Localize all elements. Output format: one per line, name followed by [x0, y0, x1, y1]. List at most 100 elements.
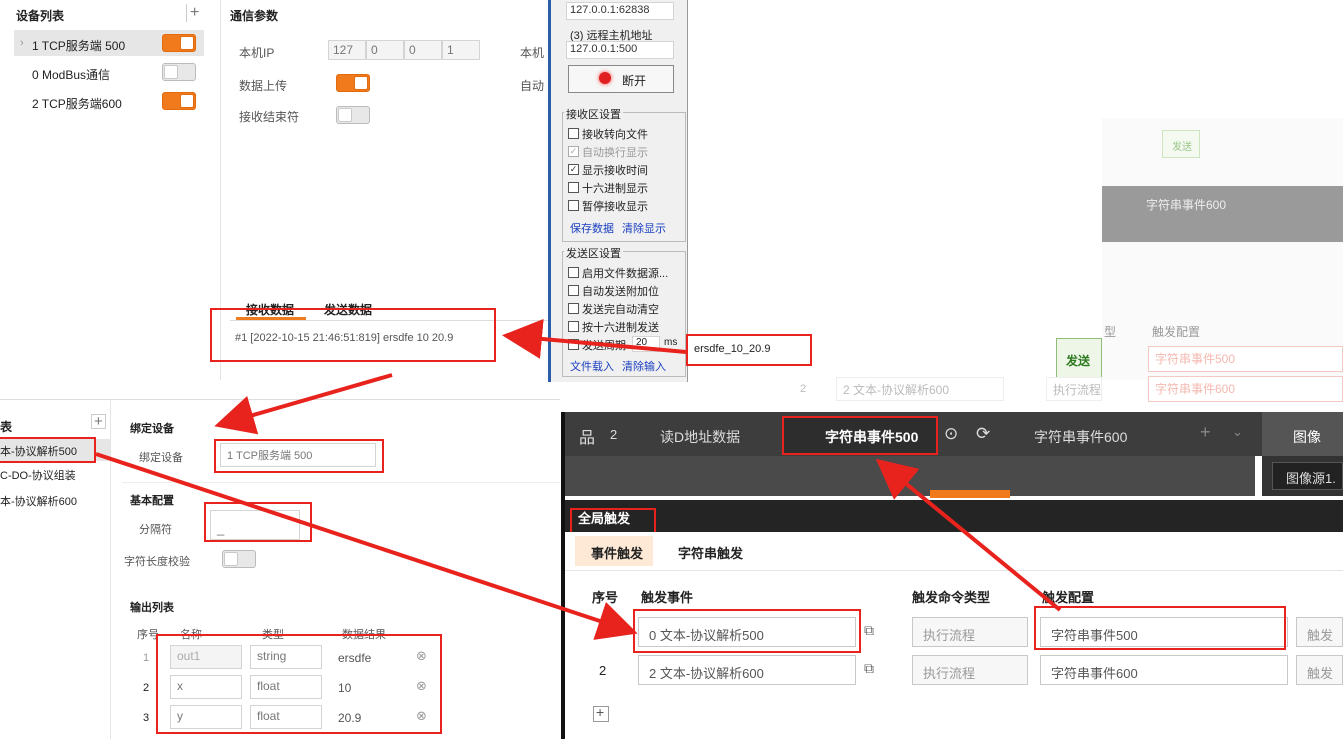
- highlight-protocol-item: [0, 437, 96, 463]
- remote-host-field[interactable]: 127.0.0.1:500: [566, 41, 674, 59]
- device-item-label[interactable]: 0 ModBus通信: [32, 66, 110, 83]
- trigger-row-no: 1: [599, 625, 607, 640]
- protocol-list-title: 表: [0, 420, 13, 434]
- run-icon[interactable]: ⊙: [944, 424, 958, 444]
- load-file-link[interactable]: 文件载入: [570, 358, 614, 374]
- device-list-title: 设备列表: [16, 9, 65, 23]
- add-device-button[interactable]: +: [186, 4, 199, 22]
- ip-octet-2[interactable]: 0: [366, 40, 404, 60]
- tab-read-d-address[interactable]: 读D地址数据: [660, 427, 740, 447]
- send-cycle-input[interactable]: 20: [632, 336, 660, 352]
- recv-option-checkbox[interactable]: [568, 128, 579, 139]
- output-row-no: 1: [143, 652, 150, 664]
- send-option-label: 自动发送附加位: [582, 286, 659, 298]
- chevron-down-icon[interactable]: ⌄: [1232, 424, 1243, 440]
- ip-octet-4[interactable]: 1: [442, 40, 480, 60]
- highlight-send-box: [686, 334, 812, 366]
- remote-ip-top-field[interactable]: 127.0.0.1:62838: [566, 2, 674, 20]
- recv-option-label: 暂停接收显示: [582, 201, 648, 213]
- pick-icon[interactable]: ⧉: [864, 660, 874, 677]
- send-cycle-checkbox[interactable]: [568, 339, 579, 350]
- send-option-label: 按十六进制发送: [582, 322, 659, 334]
- subtab-event-trigger[interactable]: 事件触发: [591, 543, 643, 562]
- send-option-checkbox[interactable]: [568, 321, 579, 332]
- red-led-icon: [599, 72, 611, 84]
- divider-line: [122, 482, 560, 483]
- ghost-send-label: 发送: [1172, 142, 1192, 153]
- send-option-checkbox[interactable]: [568, 285, 579, 296]
- save-data-link[interactable]: 保存数据: [570, 220, 614, 236]
- ghost-tab-bar: [1102, 186, 1343, 242]
- recv-settings-title: 接收区设置: [564, 106, 623, 122]
- trigger-event-select[interactable]: 2 文本-协议解析600: [638, 655, 856, 685]
- data-upload-label: 数据上传: [239, 79, 288, 93]
- send-option-label: 启用文件数据源...: [582, 268, 669, 280]
- device-toggle-600[interactable]: [162, 92, 196, 110]
- ghost-overlay: [1102, 118, 1343, 380]
- ghost-event-tab: 字符串事件600: [1146, 198, 1227, 212]
- local-ip-label: 本机IP: [239, 46, 275, 60]
- recv-option-label: 自动换行显示: [582, 147, 648, 159]
- send-cycle-label: 发送周期: [582, 340, 626, 352]
- device-item-label[interactable]: 1 TCP服务端 500: [32, 37, 125, 54]
- trigger-config-select[interactable]: 字符串事件600: [1040, 655, 1288, 685]
- ghost-col-config: 触发配置: [1152, 325, 1201, 339]
- send-option-label: 发送完自动清空: [582, 304, 659, 316]
- disconnect-button[interactable]: [568, 65, 674, 93]
- comm-params-title: 通信参数: [230, 9, 279, 23]
- trigger-row-no: 2: [599, 663, 607, 678]
- ghost-config-field-2: 字符串事件600: [1148, 376, 1343, 402]
- trigger-extra-field[interactable]: 触发: [1296, 655, 1343, 685]
- tab-string-event-600[interactable]: 字符串事件600: [1034, 427, 1127, 447]
- send-option-checkbox[interactable]: [568, 267, 579, 278]
- trigger-cmd-select[interactable]: 执行流程: [912, 617, 1028, 647]
- data-upload-toggle[interactable]: [336, 74, 370, 92]
- clear-display-link[interactable]: 清除显示: [622, 220, 666, 236]
- recv-option-checkbox: ✓: [568, 146, 579, 157]
- recv-end-toggle[interactable]: [336, 106, 370, 124]
- send-option-checkbox[interactable]: [568, 303, 579, 314]
- ip-octet-3[interactable]: 0: [404, 40, 442, 60]
- device-list-sidebar: [0, 0, 221, 380]
- trigger-extra-field[interactable]: 触发: [1296, 617, 1343, 647]
- recv-option-label: 十六进制显示: [582, 183, 648, 195]
- ghost-row2-event: 2 文本-协议解析600: [836, 377, 1004, 401]
- clear-input-link[interactable]: 清除输入: [622, 358, 666, 374]
- protocol-item-label[interactable]: C-DO-协议组装: [0, 467, 76, 483]
- output-row-no: 3: [143, 712, 150, 724]
- strlen-check-toggle[interactable]: [222, 550, 256, 568]
- add-protocol-button[interactable]: +: [91, 414, 106, 429]
- device-toggle-modbus[interactable]: [162, 63, 196, 81]
- device-toggle-500[interactable]: [162, 34, 196, 52]
- subtab-string-trigger[interactable]: 字符串触发: [678, 543, 743, 562]
- disconnect-label: 断开: [622, 74, 647, 88]
- trigger-cmd-select[interactable]: 执行流程: [912, 655, 1028, 685]
- bind-device-label: 绑定设备: [139, 452, 183, 464]
- highlight-recv-line: [210, 308, 496, 362]
- output-row-no: 2: [143, 682, 150, 694]
- ghost-row2-no: 2: [800, 383, 807, 395]
- recv-option-checkbox[interactable]: [568, 182, 579, 193]
- auto-label: 自动: [520, 79, 545, 93]
- cycle-run-icon[interactable]: ⟳: [976, 424, 990, 444]
- device-item-label[interactable]: 2 TCP服务端600: [32, 95, 122, 112]
- highlight-event-500-tab: [782, 416, 938, 455]
- tab-count: 2: [610, 427, 618, 442]
- ip-octet-1[interactable]: 127: [328, 40, 366, 60]
- output-list-title: 输出列表: [130, 602, 174, 614]
- recv-option-label: 接收转向文件: [582, 129, 648, 141]
- recv-option-checkbox[interactable]: ✓: [568, 164, 579, 175]
- protocol-item-label[interactable]: 本-协议解析600: [0, 493, 77, 509]
- send-cycle-unit: ms: [664, 337, 678, 348]
- send-button-label: 发送: [1066, 354, 1091, 368]
- image-button-label: 图像: [1293, 429, 1321, 445]
- ghost-row2-type: 执行流程: [1046, 377, 1102, 401]
- col-header-event: 触发事件: [641, 590, 694, 605]
- pick-icon[interactable]: ⧉: [864, 622, 874, 639]
- add-tab-button[interactable]: +: [1200, 422, 1211, 443]
- recv-option-checkbox[interactable]: [568, 200, 579, 211]
- chevron-right-icon: ›: [20, 37, 24, 49]
- ghost-config-field-1: 字符串事件500: [1148, 346, 1343, 372]
- highlight-trigger-config: [1034, 606, 1286, 650]
- col-header-no: 序号: [592, 590, 619, 605]
